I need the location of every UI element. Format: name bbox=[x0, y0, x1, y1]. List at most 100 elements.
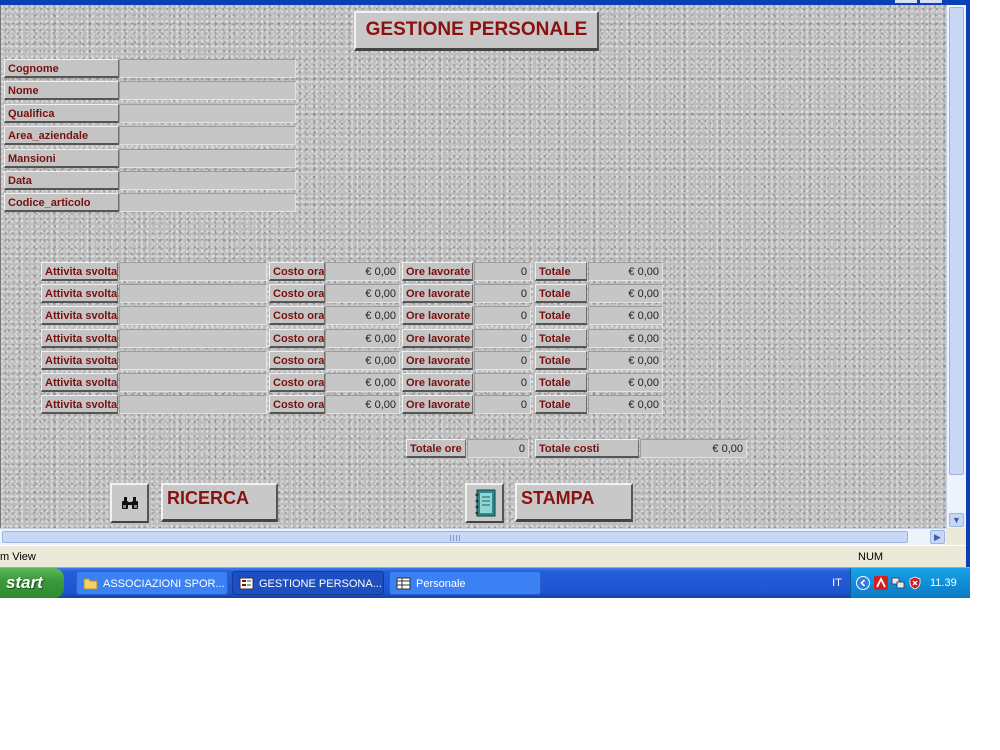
hours-worked-field[interactable]: 0 bbox=[474, 329, 531, 348]
row-total-field[interactable]: € 0,00 bbox=[588, 329, 663, 348]
horizontal-scroll-thumb[interactable] bbox=[2, 531, 908, 543]
cost-per-hour-field[interactable]: € 0,00 bbox=[325, 351, 400, 370]
scroll-down-arrow-icon[interactable]: ▼ bbox=[949, 513, 964, 527]
total-hours-field[interactable]: 0 bbox=[467, 439, 529, 458]
hours-worked-field[interactable]: 0 bbox=[474, 351, 531, 370]
field-label: Codice_articolo bbox=[4, 193, 119, 212]
cost-per-hour-field[interactable]: € 0,00 bbox=[325, 262, 400, 281]
cost-per-hour-field[interactable]: € 0,00 bbox=[325, 395, 400, 414]
taskbar-item-gestione[interactable]: GESTIONE PERSONA... bbox=[232, 571, 384, 595]
activity-label: Attivita svolta bbox=[41, 351, 118, 370]
taskbar: start ASSOCIAZIONI SPOR... GESTIONE PERS… bbox=[0, 568, 970, 598]
field-input[interactable] bbox=[119, 104, 296, 123]
scrollbar-corner bbox=[946, 528, 966, 545]
scroll-right-arrow-icon[interactable]: ▶ bbox=[930, 530, 945, 544]
hours-worked-field[interactable]: 0 bbox=[474, 373, 531, 392]
row-total-field[interactable]: € 0,00 bbox=[588, 306, 663, 325]
activity-field[interactable] bbox=[119, 351, 267, 370]
hours-worked-label: Ore lavorate bbox=[402, 306, 473, 325]
print-icon-button[interactable] bbox=[465, 483, 504, 523]
num-lock-indicator: NUM bbox=[858, 551, 884, 563]
hours-worked-field[interactable]: 0 bbox=[474, 395, 531, 414]
row-total-label: Totale bbox=[535, 329, 587, 348]
row-total-field[interactable]: € 0,00 bbox=[588, 395, 663, 414]
notebook-icon bbox=[475, 489, 495, 517]
window-control[interactable] bbox=[920, 0, 942, 3]
taskbar-item-associazioni[interactable]: ASSOCIAZIONI SPOR... bbox=[76, 571, 228, 595]
hours-worked-label: Ore lavorate bbox=[402, 329, 473, 348]
search-button[interactable]: RICERCA bbox=[161, 483, 278, 522]
activity-field[interactable] bbox=[119, 329, 267, 348]
field-label: Qualifica bbox=[4, 104, 119, 123]
hours-worked-label: Ore lavorate bbox=[402, 284, 473, 303]
field-label: Cognome bbox=[4, 59, 119, 78]
activity-field[interactable] bbox=[119, 284, 267, 303]
search-icon-button[interactable] bbox=[110, 483, 149, 523]
antivirus-icon[interactable] bbox=[874, 576, 888, 590]
vertical-scroll-thumb[interactable] bbox=[949, 7, 964, 475]
cost-per-hour-label: Costo ora bbox=[269, 351, 325, 370]
row-total-label: Totale bbox=[535, 395, 587, 414]
print-button[interactable]: STAMPA bbox=[515, 483, 633, 522]
row-total-label: Totale bbox=[535, 351, 587, 370]
hours-worked-field[interactable]: 0 bbox=[474, 262, 531, 281]
row-total-field[interactable]: € 0,00 bbox=[588, 351, 663, 370]
desktop-screen: GESTIONE PERSONALE Cognome Nome Qualifica A… bbox=[0, 0, 1000, 750]
security-shield-icon[interactable] bbox=[908, 576, 922, 590]
cost-per-hour-field[interactable]: € 0,00 bbox=[325, 284, 400, 303]
cost-per-hour-label: Costo ora bbox=[269, 284, 325, 303]
start-button[interactable]: start bbox=[0, 568, 64, 598]
field-label: Data bbox=[4, 171, 119, 190]
total-costs-label: Totale costi bbox=[535, 439, 639, 458]
field-input[interactable] bbox=[119, 193, 296, 212]
cost-per-hour-label: Costo ora bbox=[269, 306, 325, 325]
row-total-label: Totale bbox=[535, 284, 587, 303]
row-total-label: Totale bbox=[535, 373, 587, 392]
hours-worked-label: Ore lavorate bbox=[402, 395, 473, 414]
field-label: Mansioni bbox=[4, 149, 119, 168]
folder-icon bbox=[83, 578, 98, 590]
taskbar-item-label: Personale bbox=[416, 578, 466, 590]
vertical-scrollbar[interactable]: ▼ bbox=[946, 5, 966, 528]
hours-worked-label: Ore lavorate bbox=[402, 351, 473, 370]
cost-per-hour-label: Costo ora bbox=[269, 329, 325, 348]
language-indicator[interactable]: IT bbox=[826, 568, 848, 598]
row-total-field[interactable]: € 0,00 bbox=[588, 262, 663, 281]
scroll-grip bbox=[450, 535, 460, 541]
activity-field[interactable] bbox=[119, 373, 267, 392]
network-icon[interactable] bbox=[891, 576, 905, 590]
cost-per-hour-field[interactable]: € 0,00 bbox=[325, 306, 400, 325]
cost-per-hour-label: Costo ora bbox=[269, 395, 325, 414]
activity-field[interactable] bbox=[119, 395, 267, 414]
binoculars-icon bbox=[121, 497, 138, 509]
window-control[interactable] bbox=[895, 0, 917, 3]
tray-expand-icon[interactable] bbox=[856, 576, 870, 590]
cost-per-hour-label: Costo ora bbox=[269, 373, 325, 392]
activity-label: Attivita svolta bbox=[41, 284, 118, 303]
row-total-field[interactable]: € 0,00 bbox=[588, 373, 663, 392]
taskbar-item-personale[interactable]: Personale bbox=[389, 571, 541, 595]
row-total-field[interactable]: € 0,00 bbox=[588, 284, 663, 303]
hours-worked-label: Ore lavorate bbox=[402, 373, 473, 392]
cost-per-hour-label: Costo ora bbox=[269, 262, 325, 281]
activity-field[interactable] bbox=[119, 262, 267, 281]
field-input[interactable] bbox=[119, 81, 296, 100]
total-costs-field[interactable]: € 0,00 bbox=[640, 439, 747, 458]
clock[interactable]: 11.39 bbox=[930, 568, 957, 598]
field-input[interactable] bbox=[119, 126, 296, 145]
window-right-border bbox=[966, 0, 970, 598]
row-total-label: Totale bbox=[535, 262, 587, 281]
taskbar-item-label: GESTIONE PERSONA... bbox=[259, 578, 382, 590]
horizontal-scrollbar[interactable]: ▶ bbox=[0, 528, 946, 545]
field-input[interactable] bbox=[119, 171, 296, 190]
hours-worked-field[interactable]: 0 bbox=[474, 306, 531, 325]
table-icon bbox=[396, 577, 411, 590]
cost-per-hour-field[interactable]: € 0,00 bbox=[325, 329, 400, 348]
field-input[interactable] bbox=[119, 149, 296, 168]
activity-field[interactable] bbox=[119, 306, 267, 325]
cost-per-hour-field[interactable]: € 0,00 bbox=[325, 373, 400, 392]
hours-worked-field[interactable]: 0 bbox=[474, 284, 531, 303]
field-input[interactable] bbox=[119, 59, 296, 78]
form-title: GESTIONE PERSONALE bbox=[354, 11, 599, 51]
status-text: m View bbox=[0, 551, 36, 563]
